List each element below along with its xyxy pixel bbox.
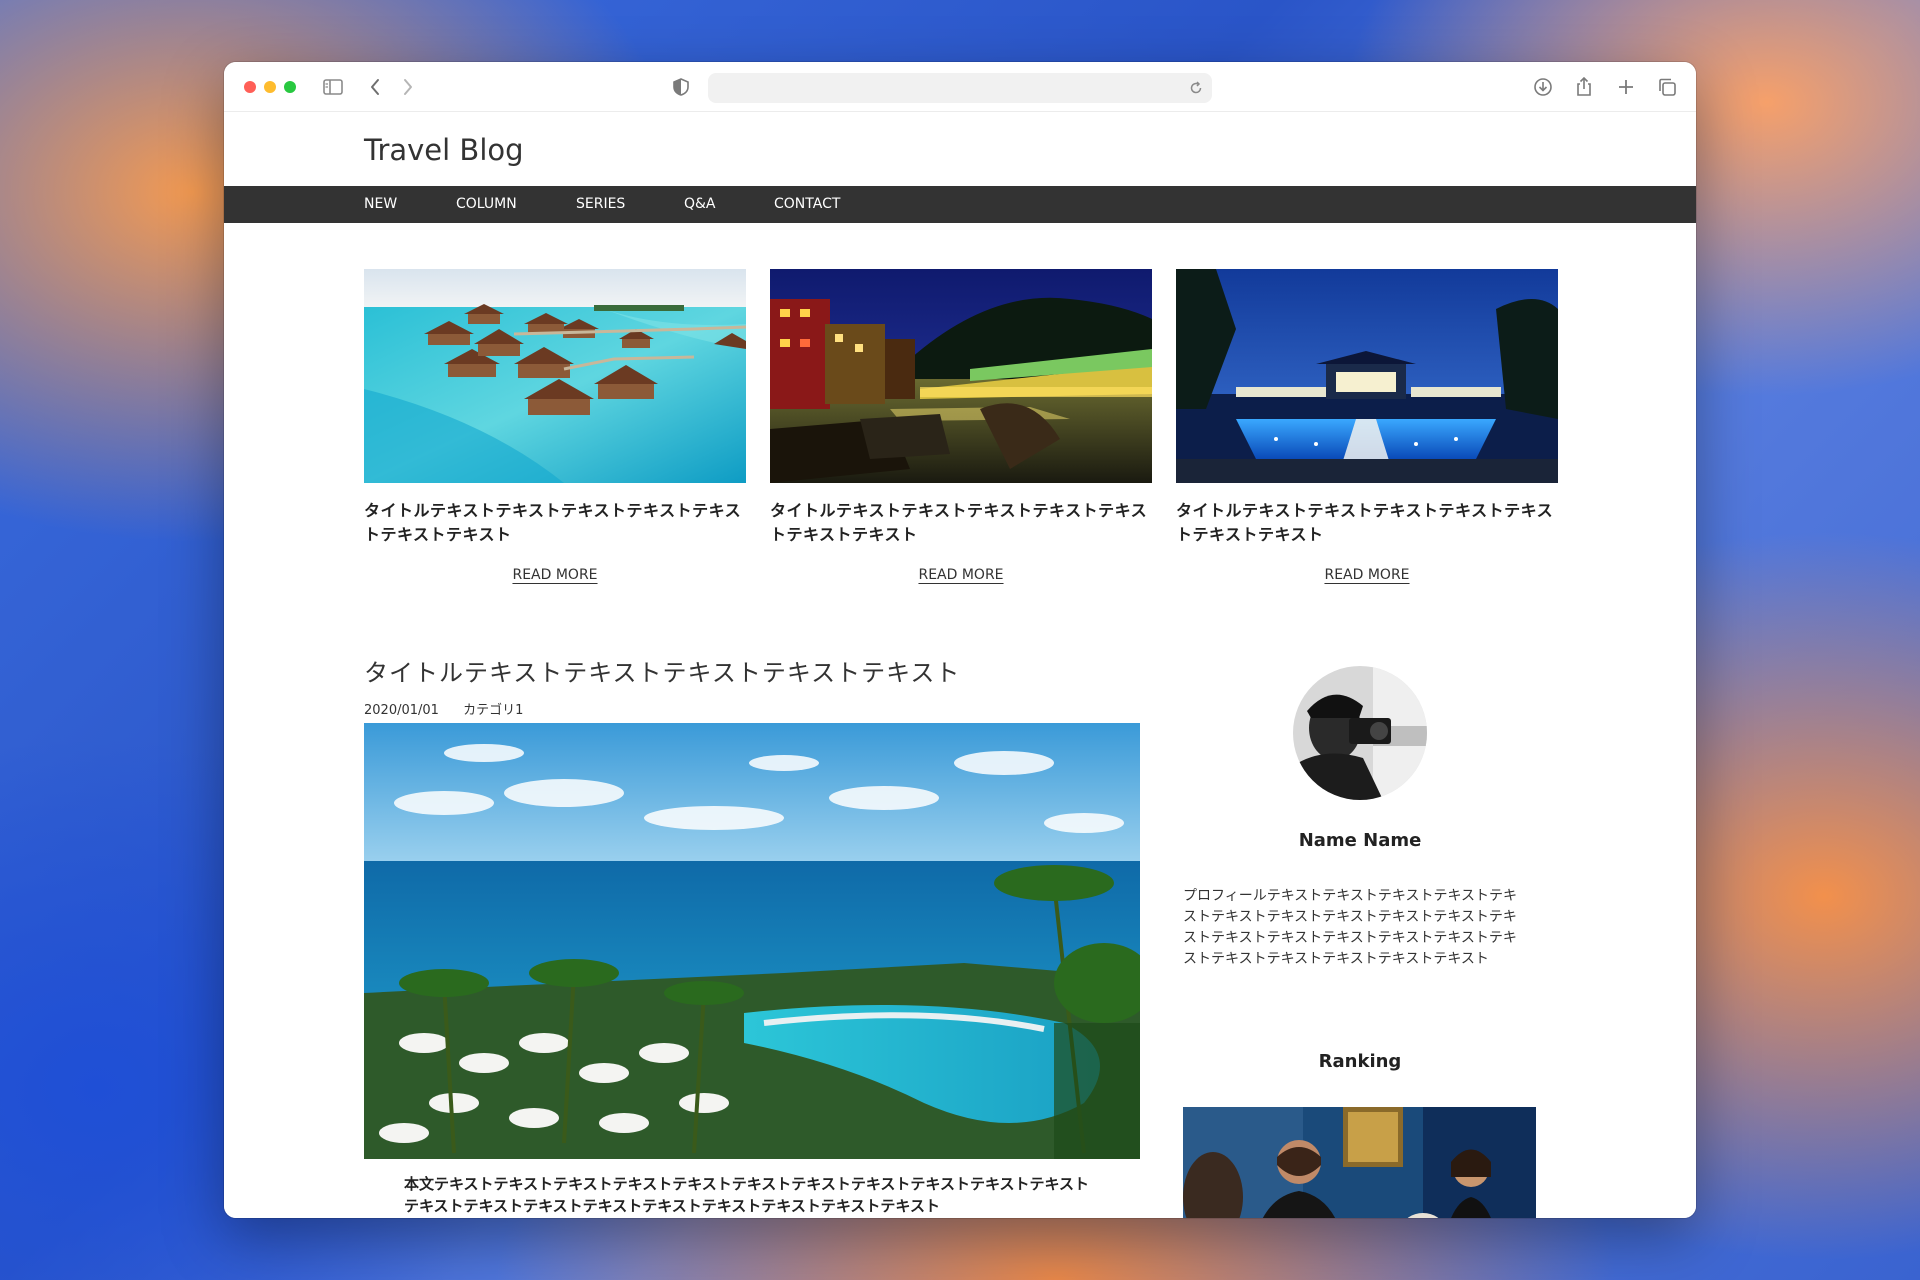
back-arrow-icon[interactable] (362, 74, 388, 100)
read-more-link[interactable]: READ MORE (1324, 567, 1409, 583)
featured-cards: タイトルテキストテキストテキストテキストテキストテキストテキスト READ MO… (364, 269, 1560, 589)
post-date: 2020/01/01 (364, 703, 439, 718)
read-more-link[interactable]: READ MORE (918, 567, 1003, 583)
ranking-image[interactable] (1183, 1107, 1536, 1218)
overwater-bungalows-image[interactable] (364, 269, 746, 483)
nav-item-new[interactable]: NEW (364, 186, 397, 223)
nav-item-column[interactable]: COLUMN (456, 186, 517, 223)
browser-toolbar (224, 62, 1696, 112)
post-meta: 2020/01/01 カテゴリ1 (364, 699, 543, 718)
forward-arrow-icon[interactable] (395, 74, 421, 100)
restaurant-people-image[interactable] (1183, 1107, 1536, 1218)
share-icon[interactable] (1571, 74, 1597, 100)
night-river-town-image[interactable] (770, 269, 1152, 483)
post-body-text: 本文テキストテキストテキストテキストテキストテキストテキストテキストテキストテキ… (404, 1175, 1090, 1215)
photographer-avatar-image (1293, 666, 1427, 800)
zoom-window-button[interactable] (284, 81, 296, 93)
post-category[interactable]: カテゴリ1 (463, 703, 523, 718)
site-title[interactable]: Travel Blog (364, 133, 524, 167)
nav-item-contact[interactable]: CONTACT (774, 186, 840, 223)
ranking-heading: Ranking (1318, 1051, 1402, 1072)
reload-icon[interactable] (1186, 78, 1206, 98)
privacy-shield-icon[interactable] (668, 74, 694, 100)
card-title[interactable]: タイトルテキストテキストテキストテキストテキストテキストテキスト (770, 499, 1152, 547)
post-main-image (364, 723, 1140, 1159)
profile-name: Name Name (1298, 830, 1422, 851)
profile-text: プロフィールテキストテキストテキストテキストテキストテキストテキストテキストテキ… (1183, 888, 1518, 967)
new-tab-plus-icon[interactable] (1613, 74, 1639, 100)
address-bar[interactable] (708, 73, 1212, 103)
featured-card[interactable]: タイトルテキストテキストテキストテキストテキストテキストテキスト READ MO… (770, 269, 1152, 583)
avatar (1293, 666, 1427, 800)
tab-overview-icon[interactable] (1654, 74, 1680, 100)
nav-item-series[interactable]: SERIES (576, 186, 625, 223)
main-navigation: NEW COLUMN SERIES Q&A CONTACT (224, 186, 1696, 223)
resort-pool-night-image[interactable] (1176, 269, 1558, 483)
sidebar-toggle-icon[interactable] (320, 74, 346, 100)
browser-window: Travel Blog NEW COLUMN SERIES Q&A CONTAC… (224, 62, 1696, 1218)
web-page: Travel Blog NEW COLUMN SERIES Q&A CONTAC… (224, 113, 1696, 1218)
minimize-window-button[interactable] (264, 81, 276, 93)
download-icon[interactable] (1530, 74, 1556, 100)
featured-card[interactable]: タイトルテキストテキストテキストテキストテキストテキストテキスト READ MO… (1176, 269, 1558, 583)
close-window-button[interactable] (244, 81, 256, 93)
card-title[interactable]: タイトルテキストテキストテキストテキストテキストテキストテキスト (1176, 499, 1558, 547)
ocean-resort-pool-image (364, 723, 1140, 1159)
featured-card[interactable]: タイトルテキストテキストテキストテキストテキストテキストテキスト READ MO… (364, 269, 746, 583)
nav-item-qa[interactable]: Q&A (684, 186, 716, 223)
post-title[interactable]: タイトルテキストテキストテキストテキストテキスト (364, 653, 960, 688)
read-more-link[interactable]: READ MORE (512, 567, 597, 583)
card-title[interactable]: タイトルテキストテキストテキストテキストテキストテキストテキスト (364, 499, 746, 547)
